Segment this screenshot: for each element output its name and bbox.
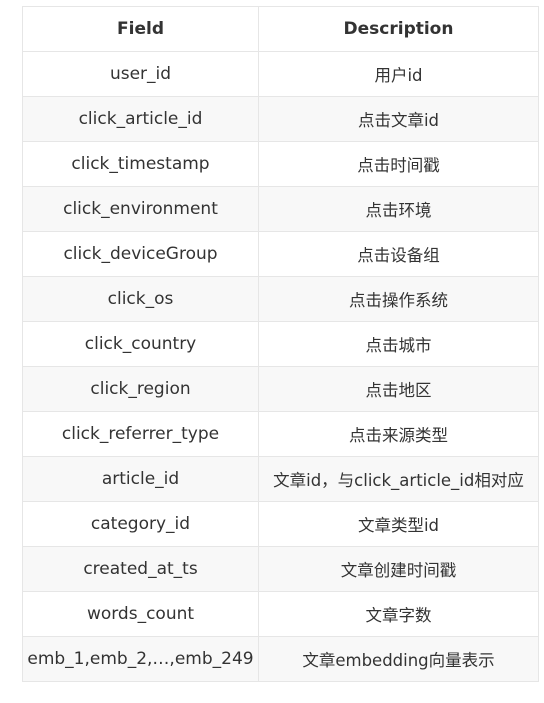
table-row: category_id 文章类型id [22,501,539,547]
field-description-cell: 文章类型id [258,501,539,547]
table-row: click_environment 点击环境 [22,186,539,232]
field-description-cell: 文章embedding向量表示 [258,636,539,682]
field-name-cell: emb_1,emb_2,…,emb_249 [22,636,259,682]
table-row: click_deviceGroup 点击设备组 [22,231,539,277]
field-name-cell: article_id [22,456,259,502]
field-description-cell: 点击操作系统 [258,276,539,322]
field-name-cell: click_region [22,366,259,412]
table-row: click_referrer_type 点击来源类型 [22,411,539,457]
field-name-cell: words_count [22,591,259,637]
field-description-cell: 点击环境 [258,186,539,232]
table-row: click_article_id 点击文章id [22,96,539,142]
field-name-cell: user_id [22,51,259,97]
table-row: created_at_ts 文章创建时间戳 [22,546,539,592]
field-description-cell: 用户id [258,51,539,97]
field-name-cell: click_referrer_type [22,411,259,457]
table-row: article_id 文章id，与click_article_id相对应 [22,456,539,502]
field-name-cell: click_deviceGroup [22,231,259,277]
header-field: Field [22,6,259,52]
table-row: click_timestamp 点击时间戳 [22,141,539,187]
field-description-cell: 文章字数 [258,591,539,637]
field-name-cell: click_environment [22,186,259,232]
field-description-cell: 点击城市 [258,321,539,367]
table-row: emb_1,emb_2,…,emb_249 文章embedding向量表示 [22,636,539,682]
field-name-cell: click_country [22,321,259,367]
field-name-cell: created_at_ts [22,546,259,592]
table-row: click_country 点击城市 [22,321,539,367]
field-name-cell: click_timestamp [22,141,259,187]
field-description-cell: 文章创建时间戳 [258,546,539,592]
field-description-cell: 文章id，与click_article_id相对应 [258,456,539,502]
field-description-cell: 点击时间戳 [258,141,539,187]
field-description-table: Field Description user_id 用户id click_artic… [22,6,539,682]
field-description-cell: 点击文章id [258,96,539,142]
header-row: Field Description [22,6,539,52]
field-description-cell: 点击来源类型 [258,411,539,457]
field-description-cell: 点击设备组 [258,231,539,277]
field-name-cell: click_article_id [22,96,259,142]
table-row: click_region 点击地区 [22,366,539,412]
table-row: user_id 用户id [22,51,539,97]
field-name-cell: category_id [22,501,259,547]
table-row: words_count 文章字数 [22,591,539,637]
field-description-table-container: Field Description user_id 用户id click_artic… [22,6,539,682]
table-body: user_id 用户id click_article_id 点击文章id click_t… [22,51,539,682]
table-header: Field Description [22,6,539,52]
field-description-cell: 点击地区 [258,366,539,412]
header-description: Description [258,6,539,52]
field-name-cell: click_os [22,276,259,322]
table-row: click_os 点击操作系统 [22,276,539,322]
